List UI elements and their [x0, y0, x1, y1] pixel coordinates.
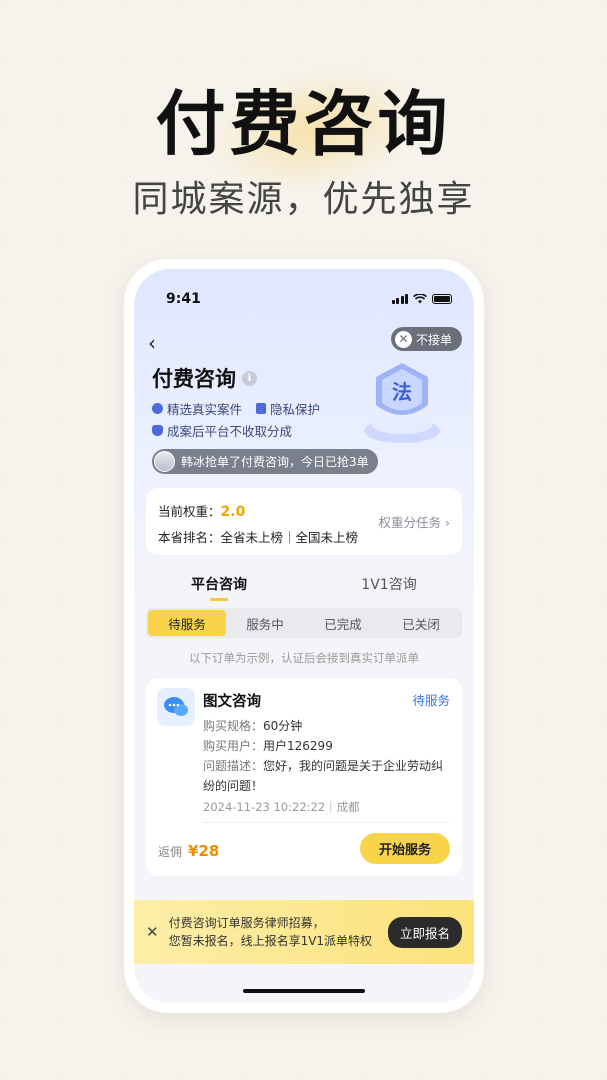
- order-status: 待服务: [412, 693, 450, 708]
- order-type: 图文咨询: [203, 694, 261, 710]
- close-icon[interactable]: ✕: [146, 923, 159, 941]
- commission: 返佣 ¥28: [158, 842, 220, 860]
- weight-task-link[interactable]: 权重分任务 ›: [379, 512, 450, 531]
- commission-amount: ¥28: [188, 842, 220, 860]
- battery-icon: [432, 294, 452, 304]
- avatar: [154, 451, 175, 472]
- sample-notice: 以下订单为示例，认证后会接到真实订单派单: [189, 651, 419, 665]
- filter-completed[interactable]: 已完成: [304, 610, 382, 636]
- recruit-banner: ✕ 付费咨询订单服务律师招募， 您暂未报名，线上报名享1V1派单特权 立即报名: [134, 900, 474, 964]
- recruit-text: 付费咨询订单服务律师招募， 您暂未报名，线上报名享1V1派单特权: [168, 916, 373, 948]
- wifi-icon: [413, 294, 427, 304]
- order-card[interactable]: 图文咨询 待服务 购买规格：60分钟 购买用户：用户126299 问题描述：您好…: [146, 678, 462, 876]
- signal-icon: [391, 294, 408, 304]
- phone-frame: 9:41 ‹ ✕ 不接单 付费咨询 i 精选真实案件 隐私保护 成案后平台不收取…: [124, 259, 484, 1013]
- weight-value: 2.0: [220, 504, 246, 520]
- back-button[interactable]: ‹: [148, 331, 156, 355]
- tab-platform-consult[interactable]: 平台咨询: [134, 569, 304, 601]
- app-screen: 9:41 ‹ ✕ 不接单 付费咨询 i 精选真实案件 隐私保护 成案后平台不收取…: [134, 269, 474, 1003]
- consult-tabs: 平台咨询 1V1咨询: [134, 569, 474, 601]
- hero-title: 付费咨询: [155, 83, 452, 165]
- rank-value: 全省未上榜｜全国未上榜: [220, 530, 359, 545]
- order-spec-row: 购买规格：60分钟: [203, 719, 303, 733]
- status-time: 9:41: [166, 291, 201, 307]
- filter-closed[interactable]: 已关闭: [382, 610, 460, 636]
- order-details: 购买规格：60分钟 购买用户：用户126299 问题描述：您好，我的问题是关于企…: [203, 716, 450, 796]
- start-service-button[interactable]: 开始服务: [360, 833, 450, 864]
- law-badge-icon: 法: [364, 363, 440, 443]
- grab-notice-text: 韩冰抢单了付费咨询，今日已抢3单: [181, 455, 369, 469]
- lock-icon: [256, 403, 267, 414]
- close-circle-icon: ✕: [394, 330, 412, 348]
- page-title-text: 付费咨询: [152, 367, 236, 391]
- order-desc-row: 问题描述：您好，我的问题是关于企业劳动纠纷的问题！: [203, 759, 444, 793]
- status-icons: [391, 294, 452, 304]
- chat-bubbles-icon: [157, 688, 195, 726]
- signup-button[interactable]: 立即报名: [387, 916, 462, 948]
- status-bar: 9:41: [166, 291, 452, 307]
- feature-row-2: 成案后平台不收取分成: [152, 421, 292, 440]
- feature-row-1: 精选真实案件 隐私保护: [152, 399, 320, 418]
- home-indicator: [243, 989, 365, 993]
- shield-icon: [152, 403, 163, 414]
- info-icon[interactable]: i: [242, 370, 257, 386]
- order-user-row: 购买用户：用户126299: [203, 739, 333, 753]
- weight-card: 当前权重：2.0 本省排名：全省未上榜｜全国未上榜 权重分任务 ›: [146, 488, 462, 555]
- no-order-toggle[interactable]: ✕ 不接单: [390, 327, 462, 351]
- svg-text:法: 法: [392, 380, 412, 404]
- feature-no-commission: 成案后平台不收取分成: [152, 421, 292, 440]
- tab-1v1-consult[interactable]: 1V1咨询: [304, 569, 474, 599]
- hero-subtitle: 同城案源，优先独享: [132, 179, 475, 220]
- money-bag-icon: [152, 425, 163, 436]
- filter-pending[interactable]: 待服务: [148, 610, 226, 636]
- status-filters: 待服务 服务中 已完成 已关闭: [146, 608, 462, 638]
- page-title: 付费咨询 i: [152, 363, 257, 393]
- back-icon: ‹: [148, 331, 156, 355]
- feature-verified: 精选真实案件: [152, 399, 242, 418]
- filter-in-service[interactable]: 服务中: [226, 610, 304, 636]
- no-order-label: 不接单: [415, 332, 452, 347]
- order-time: 2024-11-23 10:22:22｜成都: [203, 800, 360, 814]
- grab-notice: 韩冰抢单了付费咨询，今日已抢3单: [152, 449, 378, 474]
- feature-privacy: 隐私保护: [256, 399, 320, 418]
- divider: [203, 822, 450, 823]
